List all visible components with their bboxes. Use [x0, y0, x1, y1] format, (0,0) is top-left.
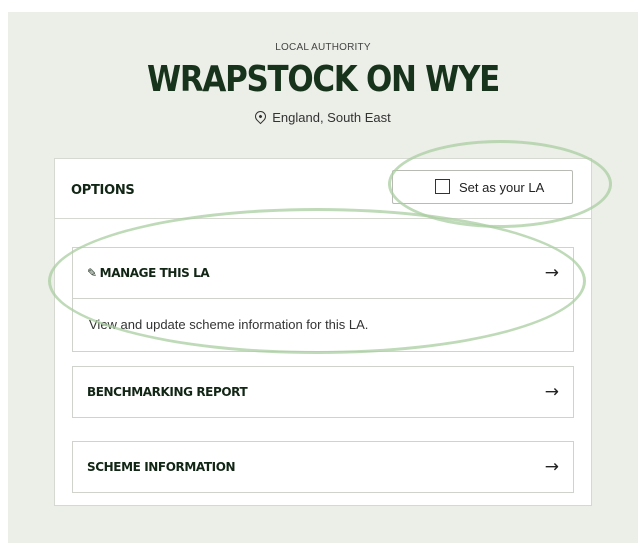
location-line: England, South East	[8, 108, 638, 125]
set-la-label: Set as your LA	[459, 180, 545, 195]
options-heading: OPTIONS	[71, 183, 135, 198]
arrow-right-icon: →	[544, 457, 559, 477]
page-background: LOCAL AUTHORITY WRAPSTOCK ON WYE England…	[8, 12, 638, 543]
manage-this-la-description: View and update scheme information for t…	[73, 298, 573, 351]
set-as-your-la-button[interactable]: Set as your LA	[392, 170, 573, 204]
page-title: WRAPSTOCK ON WYE	[147, 59, 500, 100]
manage-this-la-label: MANAGE THIS LA	[99, 266, 210, 280]
set-la-checkbox[interactable]	[435, 179, 450, 194]
manage-this-la-title: ✎ MANAGE THIS LA	[87, 266, 210, 280]
arrow-right-icon: →	[544, 382, 559, 402]
panel-divider	[55, 218, 591, 219]
manage-this-la-description-text: View and update scheme information for t…	[89, 317, 369, 332]
location-pin-icon	[252, 108, 269, 125]
location-text: England, South East	[272, 110, 391, 125]
pencil-icon: ✎	[87, 266, 97, 280]
benchmarking-report-card[interactable]: BENCHMARKING REPORT →	[72, 366, 574, 418]
benchmarking-report-title: BENCHMARKING REPORT	[87, 385, 248, 399]
scheme-information-header[interactable]: SCHEME INFORMATION →	[73, 442, 573, 492]
page-eyebrow: LOCAL AUTHORITY	[275, 42, 371, 53]
benchmarking-report-header[interactable]: BENCHMARKING REPORT →	[73, 367, 573, 417]
arrow-right-icon: →	[544, 263, 559, 283]
options-panel: OPTIONS Set as your LA ✎ MANAGE THIS LA →…	[54, 158, 592, 506]
manage-this-la-card[interactable]: ✎ MANAGE THIS LA → View and update scheme…	[72, 247, 574, 352]
scheme-information-card[interactable]: SCHEME INFORMATION →	[72, 441, 574, 493]
manage-this-la-header[interactable]: ✎ MANAGE THIS LA →	[73, 248, 573, 298]
scheme-information-title: SCHEME INFORMATION	[87, 460, 236, 474]
